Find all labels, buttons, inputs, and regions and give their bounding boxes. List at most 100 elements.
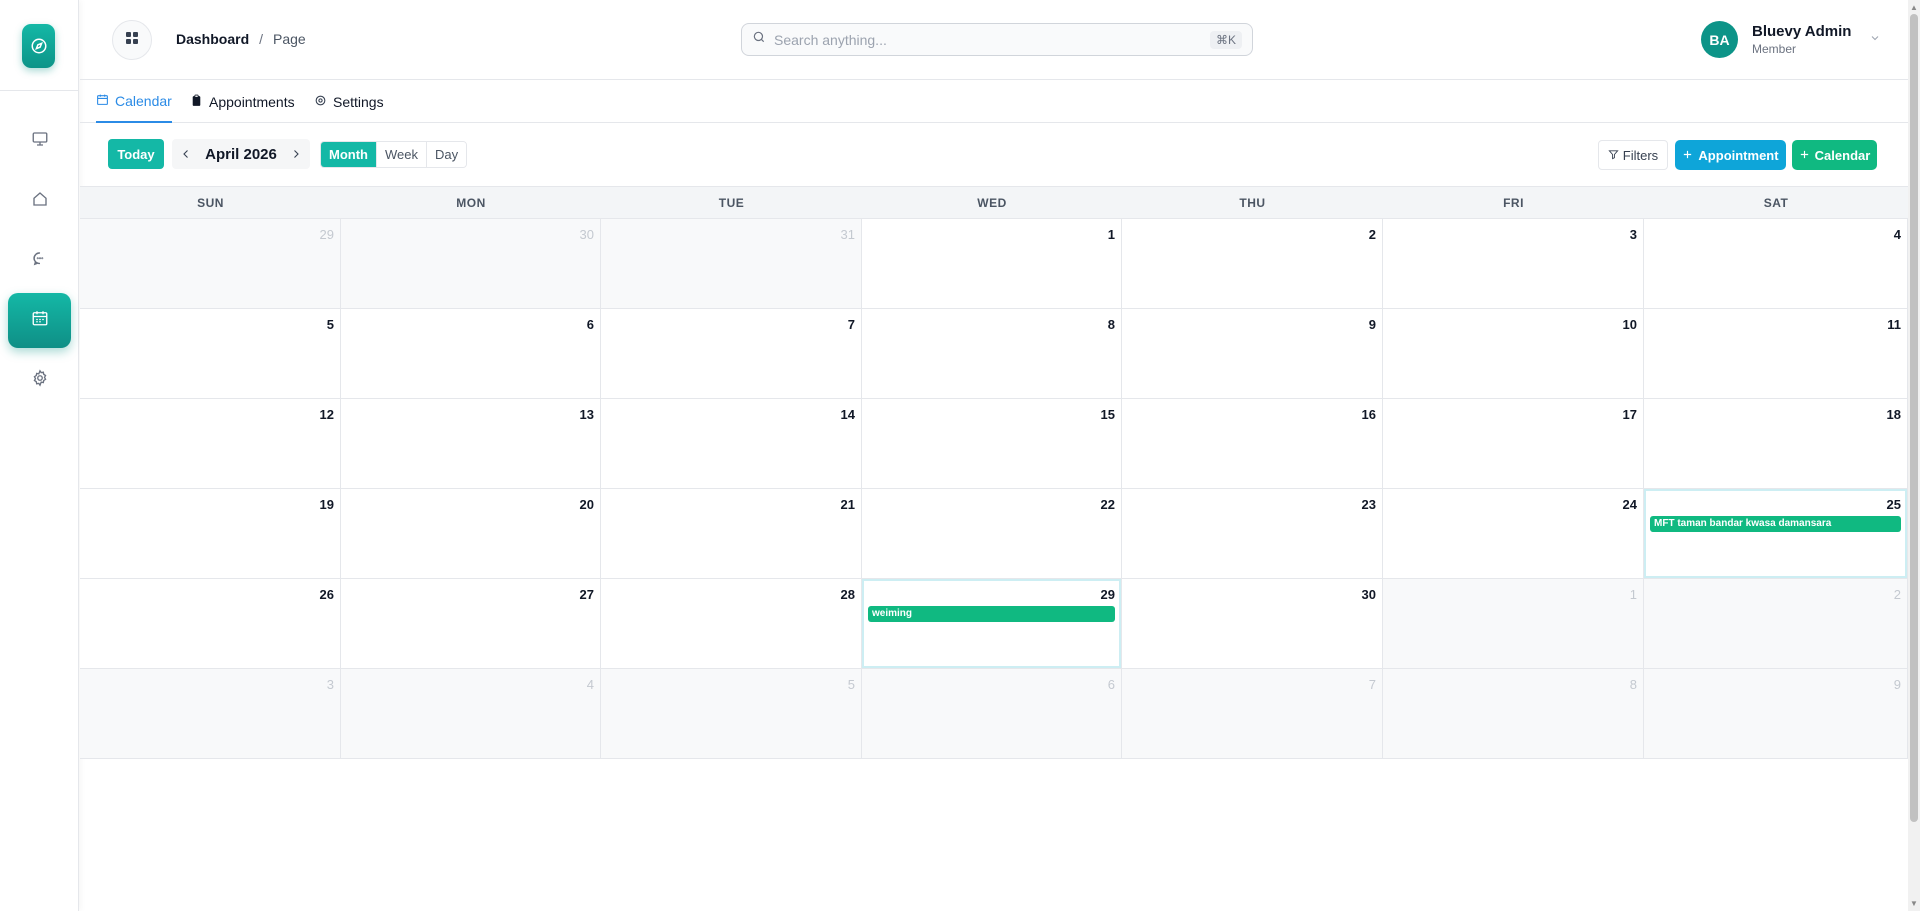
calendar-day-cell[interactable]: 5: [601, 669, 862, 759]
day-number: 8: [1629, 677, 1637, 692]
calendar-day-cell[interactable]: 23: [1122, 489, 1383, 579]
view-week-button[interactable]: Week: [376, 142, 427, 167]
user-menu[interactable]: BA Bluevy Admin Member: [1701, 21, 1881, 58]
day-number: 12: [319, 407, 334, 422]
day-number: 17: [1622, 407, 1637, 422]
view-day-button[interactable]: Day: [426, 142, 467, 167]
compass-logo-icon[interactable]: [22, 24, 55, 68]
today-button[interactable]: Today: [108, 139, 164, 169]
tab-calendar[interactable]: Calendar: [96, 81, 172, 123]
calendar-day-cell[interactable]: 4: [341, 669, 601, 759]
calendar-day-cell[interactable]: 30: [341, 219, 601, 309]
calendar-day-cell[interactable]: 24: [1383, 489, 1644, 579]
calendar-day-cell[interactable]: 25 MFT taman bandar kwasa damansara: [1644, 489, 1908, 579]
calendar-day-cell[interactable]: 16: [1122, 399, 1383, 489]
calendar-event[interactable]: MFT taman bandar kwasa damansara: [1650, 516, 1901, 532]
home-icon: [31, 190, 49, 213]
sidebar-item-home[interactable]: [8, 174, 71, 229]
calendar-day-cell[interactable]: 26: [80, 579, 341, 669]
gear-icon: [314, 94, 327, 110]
calendar-day-cell[interactable]: 8: [1383, 669, 1644, 759]
calendar-day-cell[interactable]: 30: [1122, 579, 1383, 669]
month-navigator: April 2026: [172, 139, 310, 169]
sidebar-item-desktop[interactable]: [8, 114, 71, 169]
day-number: 1: [1629, 587, 1637, 602]
breadcrumb-root[interactable]: Dashboard: [176, 31, 249, 47]
day-number: 28: [840, 587, 855, 602]
day-number: 7: [847, 317, 855, 332]
scroll-up-arrow-icon[interactable]: ▲: [1910, 3, 1918, 12]
calendar-day-cell[interactable]: 21: [601, 489, 862, 579]
calendar-day-cell[interactable]: 12: [80, 399, 341, 489]
appointment-label: Appointment: [1698, 147, 1779, 163]
day-number: 20: [579, 497, 594, 512]
day-number: 7: [1368, 677, 1376, 692]
calendar-day-cell[interactable]: 1: [1383, 579, 1644, 669]
calendar-day-cell[interactable]: 4: [1644, 219, 1908, 309]
day-number: 11: [1887, 317, 1901, 332]
calendar-day-cell[interactable]: 19: [80, 489, 341, 579]
day-number: 10: [1622, 317, 1637, 332]
filters-label: Filters: [1622, 147, 1659, 163]
sidebar-item-calendar[interactable]: [8, 293, 71, 348]
view-month-button[interactable]: Month: [321, 142, 377, 167]
calendar-day-cell[interactable]: 14: [601, 399, 862, 489]
day-number: 5: [847, 677, 855, 692]
add-appointment-button[interactable]: Appointment: [1675, 140, 1786, 170]
day-number: 18: [1886, 407, 1901, 422]
calendar-day-cell[interactable]: 8: [862, 309, 1122, 399]
calendar-day-cell[interactable]: 9: [1644, 669, 1908, 759]
day-number: 23: [1361, 497, 1376, 512]
weekday-label: WED: [977, 195, 1007, 210]
chevron-right-icon[interactable]: [282, 139, 310, 169]
day-number: 19: [319, 497, 334, 512]
apps-grid-button[interactable]: [112, 20, 152, 60]
calendar-day-cell[interactable]: 18: [1644, 399, 1908, 489]
calendar-icon: [96, 93, 109, 109]
tab-appointments[interactable]: Appointments: [190, 81, 295, 123]
calendar-day-cell[interactable]: 22: [862, 489, 1122, 579]
day-number: 3: [1629, 227, 1637, 242]
calendar-day-cell[interactable]: 15: [862, 399, 1122, 489]
calendar-day-cell[interactable]: 2: [1122, 219, 1383, 309]
calendar-day-cell[interactable]: 27: [341, 579, 601, 669]
chevron-left-icon[interactable]: [172, 139, 200, 169]
scrollbar[interactable]: ▲ ▼: [1908, 0, 1920, 911]
calendar-day-cell[interactable]: 20: [341, 489, 601, 579]
calendar-day-cell[interactable]: 7: [1122, 669, 1383, 759]
calendar-day-cell[interactable]: 31: [601, 219, 862, 309]
search-input[interactable]: Search anything...: [774, 32, 1210, 48]
scrollbar-thumb[interactable]: [1910, 14, 1918, 822]
day-number: 4: [586, 677, 594, 692]
calendar-day-cell[interactable]: 7: [601, 309, 862, 399]
calendar-day-cell[interactable]: 2: [1644, 579, 1908, 669]
add-calendar-button[interactable]: Calendar: [1792, 140, 1877, 170]
calendar-day-cell[interactable]: 3: [80, 669, 341, 759]
search-bar[interactable]: Search anything... ⌘K: [741, 23, 1253, 56]
sidebar-item-settings[interactable]: [8, 353, 71, 408]
calendar-day-cell[interactable]: 6: [862, 669, 1122, 759]
calendar-event[interactable]: weiming: [868, 606, 1115, 622]
filters-button[interactable]: Filters: [1598, 140, 1668, 170]
day-number: 26: [319, 587, 334, 602]
sidebar-item-messages[interactable]: [8, 234, 71, 289]
scroll-down-arrow-icon[interactable]: ▼: [1910, 899, 1918, 908]
user-name: Bluevy Admin: [1752, 23, 1852, 40]
calendar-day-cell[interactable]: 10: [1383, 309, 1644, 399]
calendar-day-cell[interactable]: 9: [1122, 309, 1383, 399]
calendar-day-cell[interactable]: 5: [80, 309, 341, 399]
day-number: 4: [1893, 227, 1901, 242]
month-calendar: SUN MON TUE WED THU FRI SAT 29 30 31 1 2 3 4 5 6 7 8 9 10 1…: [80, 186, 1908, 759]
calendar-day-cell[interactable]: 13: [341, 399, 601, 489]
weekday-label: FRI: [1503, 195, 1524, 210]
calendar-day-cell[interactable]: 29: [80, 219, 341, 309]
tab-settings[interactable]: Settings: [314, 81, 384, 123]
calendar-day-cell[interactable]: 1: [862, 219, 1122, 309]
calendar-day-cell[interactable]: 29 weiming: [862, 579, 1122, 669]
calendar-day-cell[interactable]: 11: [1644, 309, 1908, 399]
calendar-day-cell[interactable]: 17: [1383, 399, 1644, 489]
calendar-day-cell[interactable]: 28: [601, 579, 862, 669]
calendar-day-cell[interactable]: 6: [341, 309, 601, 399]
calendar-day-cell[interactable]: 3: [1383, 219, 1644, 309]
day-number: 3: [326, 677, 334, 692]
